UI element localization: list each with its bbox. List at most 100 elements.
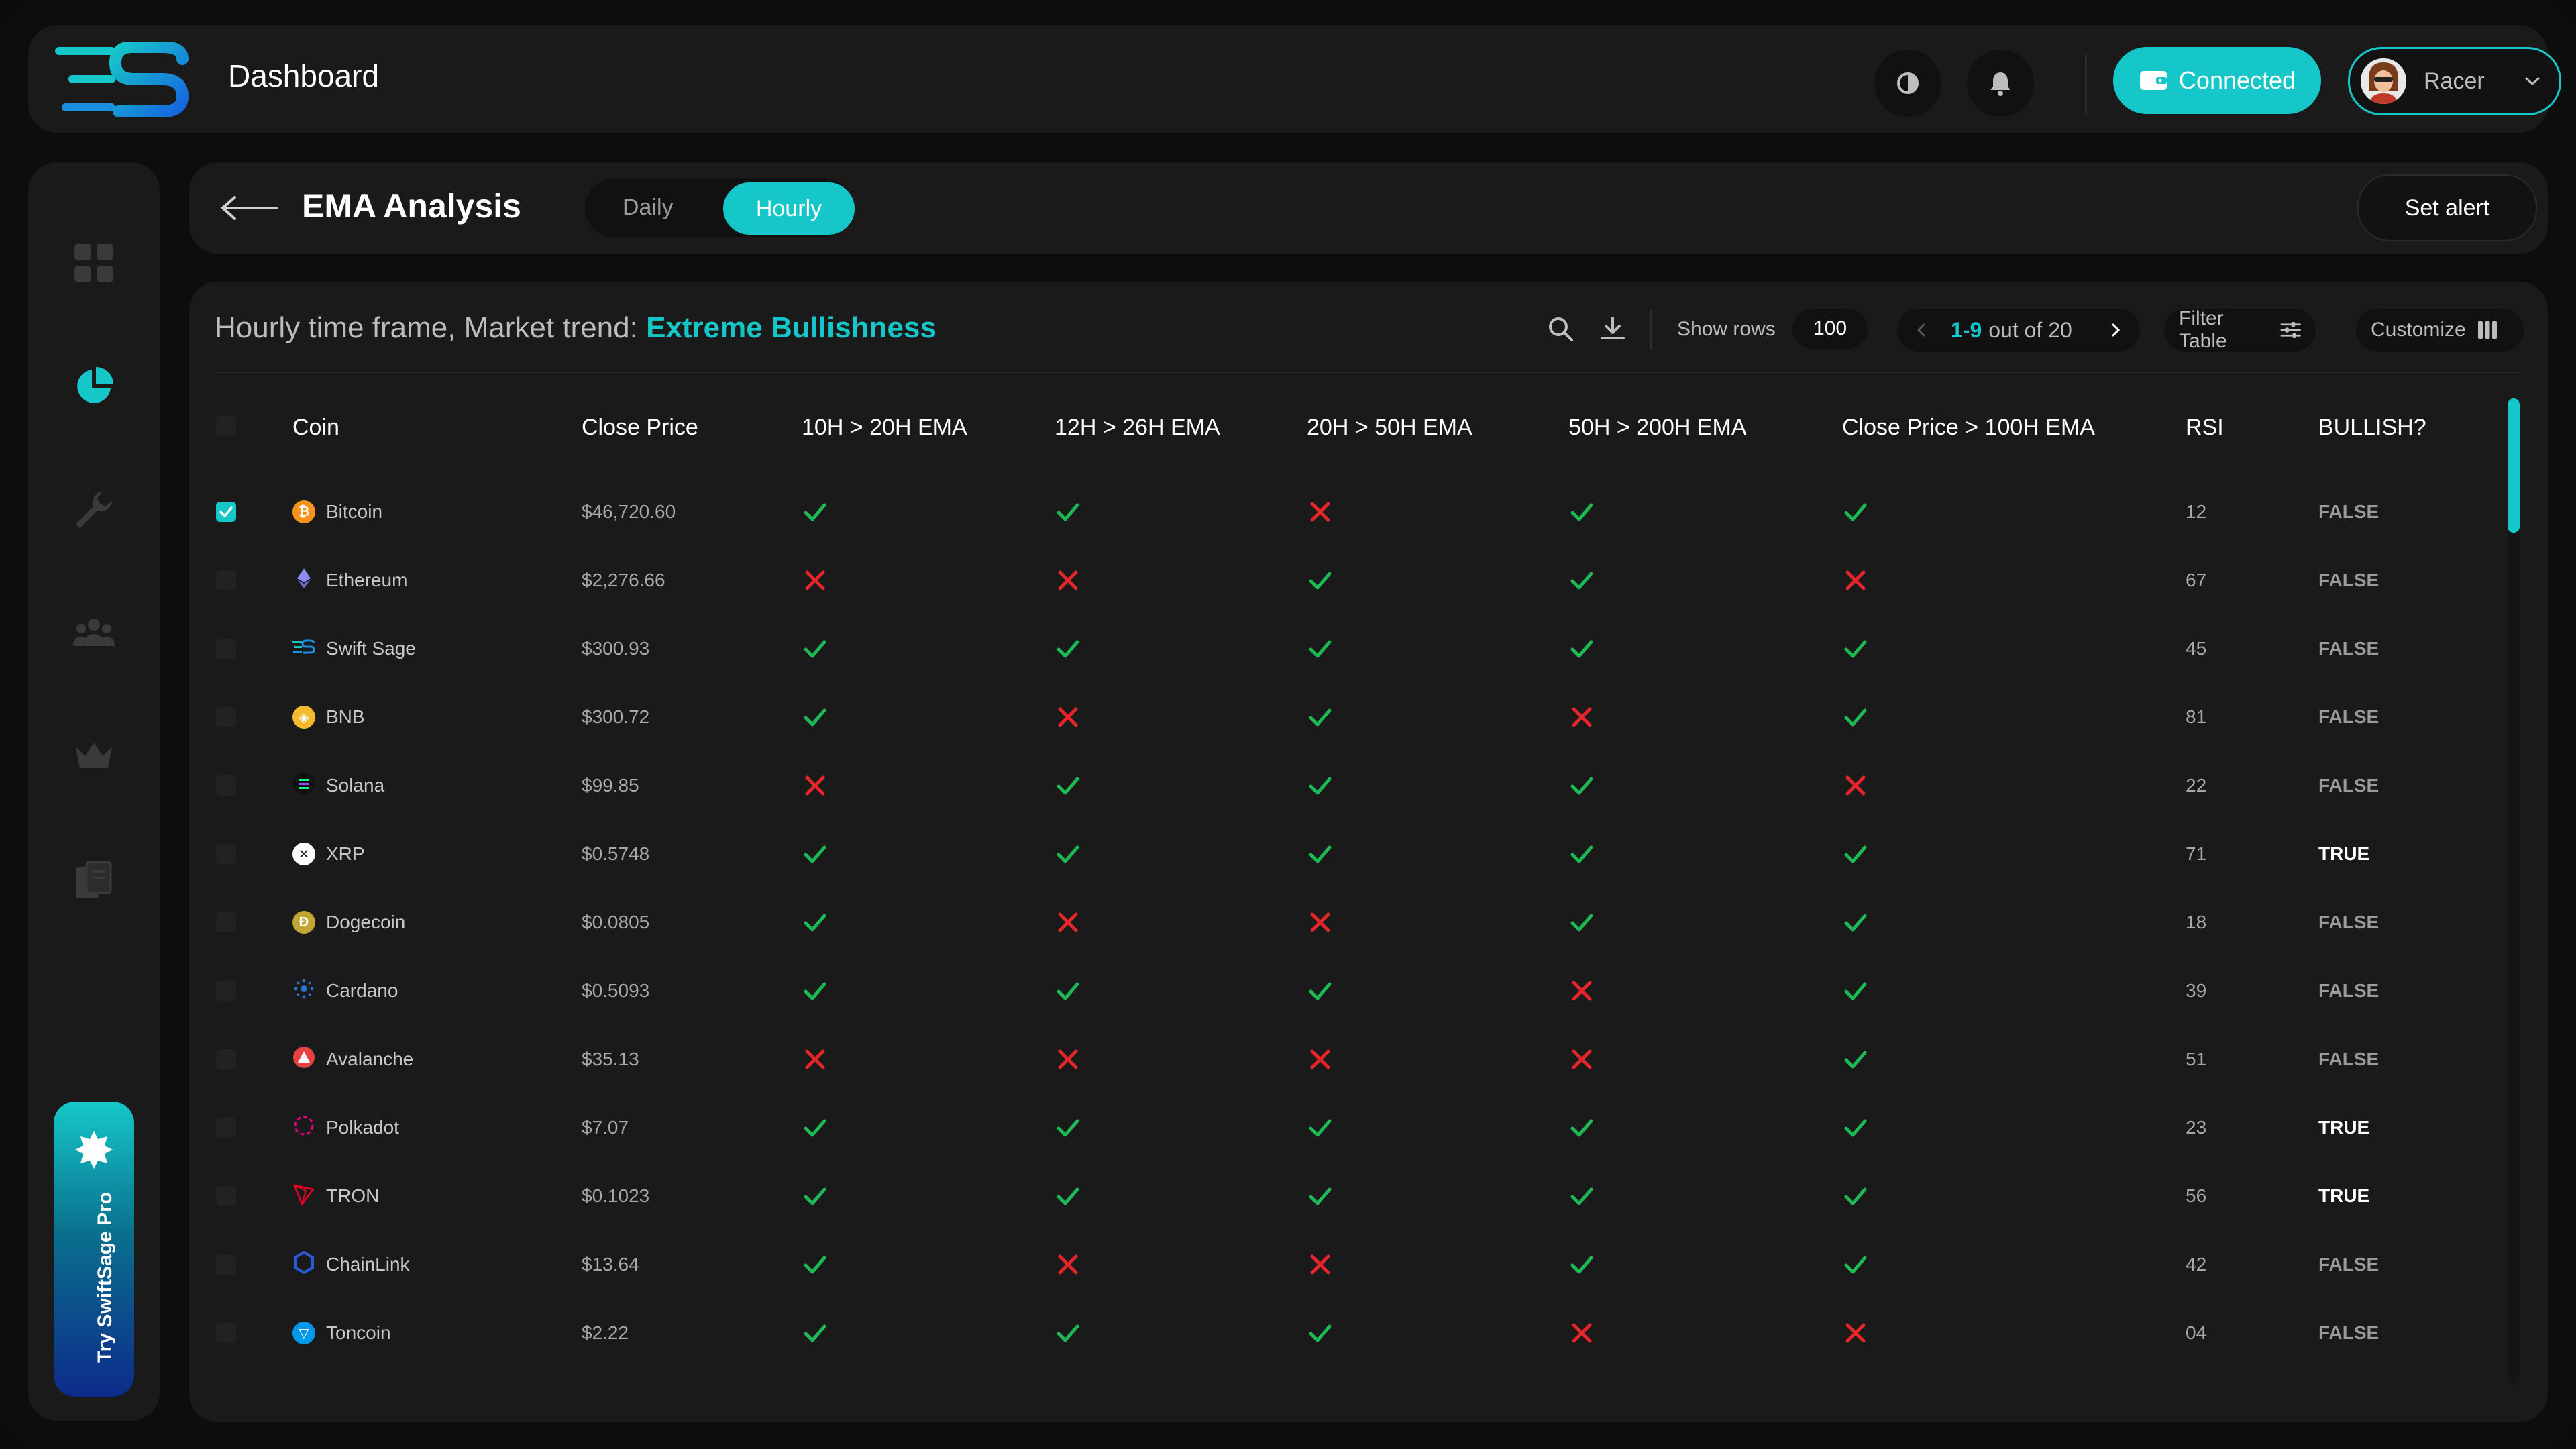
coin-cell[interactable]: ▽ Toncoin [292,1299,391,1367]
table-row[interactable]: ₿ Bitcoin $46,720.60 12 FALSE [189,478,2524,546]
back-arrow-icon[interactable] [219,192,279,224]
table-row[interactable]: Polkadot $7.07 23 TRUE [189,1093,2524,1162]
xrp-icon: ✕ [292,843,315,865]
cross-icon [1307,1230,1334,1299]
check-icon [1307,683,1334,751]
users-icon [73,619,115,646]
coin-name: ChainLink [326,1254,410,1275]
coin-cell[interactable]: Ð Dogecoin [292,888,405,957]
sidebar-item-documents[interactable] [72,859,115,902]
sidebar-item-dashboard[interactable] [72,241,115,284]
check-icon [1307,614,1334,683]
sidebar-item-premium[interactable] [72,735,115,778]
column-header-coin[interactable]: Coin [292,415,339,441]
coin-cell[interactable]: ✕ XRP [292,820,365,888]
column-header-bullish[interactable]: BULLISH? [2318,415,2426,441]
column-header-rsi[interactable]: RSI [2186,415,2224,441]
filter-table-button[interactable]: Filter Table [2164,307,2316,352]
row-checkbox[interactable] [216,775,236,796]
row-checkbox[interactable] [216,707,236,727]
download-button[interactable] [1598,314,1627,343]
column-header-close-price-100h-ema[interactable]: Close Price > 100H EMA [1842,415,2095,441]
row-checkbox[interactable] [216,844,236,864]
coin-cell[interactable]: ◈ BNB [292,683,365,751]
tab-daily[interactable]: Daily [623,195,674,221]
table-row[interactable]: Avalanche $35.13 51 FALSE [189,1025,2524,1093]
coin-cell[interactable]: Ethereum [292,546,407,614]
table-row[interactable]: ◈ BNB $300.72 81 FALSE [189,683,2524,751]
table-row[interactable]: Cardano $0.5093 39 FALSE [189,957,2524,1025]
row-checkbox[interactable] [216,1254,236,1275]
close-price-cell: $99.85 [582,775,639,796]
coin-cell[interactable]: Solana [292,751,384,820]
swiftsage-logo[interactable] [55,42,196,117]
cross-icon [1055,1230,1081,1299]
row-checkbox[interactable] [216,1118,236,1138]
scrollbar-thumb[interactable] [2508,398,2520,533]
rsi-cell: 56 [2186,1185,2207,1206]
coin-cell[interactable]: TRON [292,1162,379,1230]
table-row[interactable]: ✕ XRP $0.5748 71 TRUE [189,820,2524,888]
row-checkbox[interactable] [216,1323,236,1343]
coin-cell[interactable]: ₿ Bitcoin [292,478,382,546]
bullish-cell: FALSE [2318,1049,2379,1069]
user-menu-button[interactable]: Racer [2348,47,2561,115]
top-bar: Dashboard Connected Racer [28,25,2561,133]
coin-cell[interactable]: Cardano [292,957,398,1025]
bullish-cell: FALSE [2318,912,2379,932]
row-checkbox[interactable] [216,912,236,932]
row-checkbox[interactable] [216,502,236,522]
search-button[interactable] [1546,314,1575,343]
column-header-20h-50h-ema[interactable]: 20H > 50H EMA [1307,415,1472,441]
column-header-10h-20h-ema[interactable]: 10H > 20H EMA [802,415,967,441]
sidebar-item-community[interactable] [72,612,115,655]
topbar-divider [2085,55,2087,114]
wallet-connected-button[interactable]: Connected [2113,47,2321,114]
row-checkbox[interactable] [216,1186,236,1206]
customize-button[interactable]: Customize [2356,309,2524,352]
close-price-cell: $2.22 [582,1322,629,1343]
column-header-12h-26h-ema[interactable]: 12H > 26H EMA [1055,415,1220,441]
sidebar-item-analytics[interactable] [72,365,115,408]
select-all-checkbox[interactable] [216,416,236,436]
tab-hourly[interactable]: Hourly [723,182,855,235]
coin-cell[interactable]: Avalanche [292,1025,413,1093]
theme-toggle-button[interactable] [1874,50,1941,117]
coin-name: Cardano [326,980,398,1001]
sliders-icon [2280,322,2301,338]
chainlink-icon [292,1250,315,1279]
table-row[interactable]: Ð Dogecoin $0.0805 18 FALSE [189,888,2524,957]
show-rows-select[interactable]: 100 [1792,309,1868,349]
coin-cell[interactable]: Swift Sage [292,614,416,683]
prev-page-icon[interactable] [1915,322,1928,338]
table-row[interactable]: Swift Sage $300.93 45 FALSE [189,614,2524,683]
column-header-50h-200h-ema[interactable]: 50H > 200H EMA [1568,415,1747,441]
row-checkbox[interactable] [216,981,236,1001]
close-price-cell: $0.5093 [582,980,650,1001]
next-page-icon[interactable] [2109,322,2123,338]
row-checkbox[interactable] [216,639,236,659]
check-icon [1568,751,1595,820]
sidebar-item-tools[interactable] [72,488,115,531]
market-trend: Hourly time frame, Market trend: Extreme… [215,311,936,345]
table-row[interactable]: TRON $0.1023 56 TRUE [189,1162,2524,1230]
try-pro-banner[interactable]: Try SwiftSage Pro [54,1102,134,1397]
notifications-button[interactable] [1967,50,2034,117]
trend-value: Extreme Bullishness [646,311,936,344]
set-alert-button[interactable]: Set alert [2357,174,2537,241]
scrollbar-track[interactable] [2508,398,2520,1385]
coin-cell[interactable]: Polkadot [292,1093,399,1162]
bullish-cell: FALSE [2318,1322,2379,1343]
check-icon [1842,1093,1869,1162]
crown-icon [76,743,112,768]
table-row[interactable]: ChainLink $13.64 42 FALSE [189,1230,2524,1299]
table-row[interactable]: Ethereum $2,276.66 67 FALSE [189,546,2524,614]
table-row[interactable]: Solana $99.85 22 FALSE [189,751,2524,820]
trend-prefix: Hourly time frame, Market trend: [215,311,647,344]
row-checkbox[interactable] [216,1049,236,1069]
row-checkbox[interactable] [216,570,236,590]
close-price-cell: $300.72 [582,706,650,727]
table-row[interactable]: ▽ Toncoin $2.22 04 FALSE [189,1299,2524,1367]
column-header-close-price[interactable]: Close Price [582,415,698,441]
coin-cell[interactable]: ChainLink [292,1230,410,1299]
